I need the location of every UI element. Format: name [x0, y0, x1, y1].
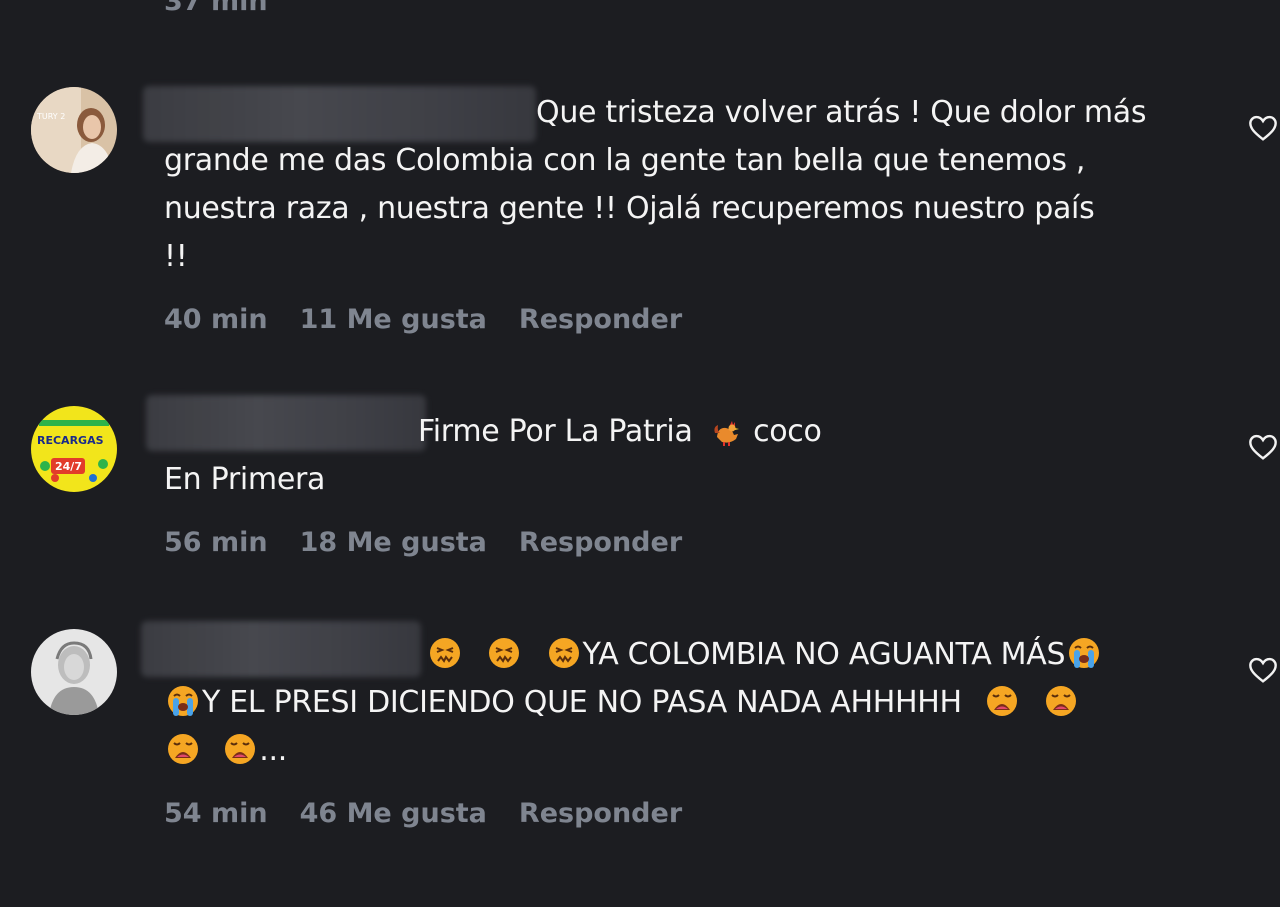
- comment-line: YA COLOMBIA NO AGUANTA MÁS: [582, 637, 1066, 672]
- comment-line: ...: [259, 733, 287, 768]
- comment-meta: 54 min 46 Me gusta Responder: [164, 798, 682, 829]
- avatar[interactable]: [31, 629, 117, 715]
- comment-text: Que tristeza volver atrás ! Que dolor má…: [164, 89, 1214, 281]
- avatar-text: RECARGAS: [37, 434, 104, 447]
- comment-line: Y EL PRESI DICIENDO QUE NO PASA NADA AHH…: [202, 685, 962, 720]
- avatar[interactable]: RECARGAS 24/7: [31, 406, 117, 492]
- comment-time: 40 min: [164, 304, 268, 335]
- comment-line: Firme Por La Patria: [418, 414, 693, 449]
- rooster-emoji: [712, 414, 742, 446]
- weary-face-emoji: [1044, 684, 1078, 718]
- comment-line: coco: [753, 414, 822, 449]
- like-count[interactable]: 46 Me gusta: [300, 798, 487, 829]
- weary-face-emoji: [223, 732, 257, 766]
- weary-face-emoji: [985, 684, 1019, 718]
- comment-line: nuestra raza , nuestra gente !! Ojalá re…: [164, 191, 1095, 226]
- avatar[interactable]: TURY 2: [31, 87, 117, 173]
- comment-line: grande me das Colombia con la gente tan …: [164, 143, 1086, 178]
- reply-button[interactable]: Responder: [519, 798, 682, 829]
- comment-meta: 56 min 18 Me gusta Responder: [164, 527, 682, 558]
- previous-comment-time: 37 min: [164, 0, 268, 17]
- tired-face-emoji: [487, 636, 521, 670]
- comment-meta: 40 min 11 Me gusta Responder: [164, 304, 682, 335]
- heart-outline-icon[interactable]: [1247, 431, 1279, 463]
- like-count[interactable]: 18 Me gusta: [300, 527, 487, 558]
- svg-text:TURY 2: TURY 2: [36, 112, 65, 121]
- tired-face-emoji: [547, 636, 581, 670]
- like-count[interactable]: 11 Me gusta: [300, 304, 487, 335]
- comment-text: YA COLOMBIA NO AGUANTA MÁS Y EL PRESI DI…: [164, 631, 1214, 775]
- reply-button[interactable]: Responder: [519, 304, 682, 335]
- comment-time: 56 min: [164, 527, 268, 558]
- loudly-crying-face-emoji: [166, 684, 200, 718]
- heart-outline-icon[interactable]: [1247, 654, 1279, 686]
- heart-outline-icon[interactable]: [1247, 112, 1279, 144]
- comments-panel: 37 min TURY 2 Que tristeza volver atrás …: [0, 0, 1280, 907]
- reply-button[interactable]: Responder: [519, 527, 682, 558]
- comment-line: !!: [164, 239, 188, 274]
- weary-face-emoji: [166, 732, 200, 766]
- loudly-crying-face-emoji: [1067, 636, 1101, 670]
- comment-line: En Primera: [164, 462, 326, 497]
- comment-line: Que tristeza volver atrás ! Que dolor má…: [536, 95, 1147, 130]
- comment-text: Firme Por La Patria coco En Primera: [164, 408, 1214, 504]
- comment-time: 54 min: [164, 798, 268, 829]
- avatar-badge: 24/7: [55, 460, 82, 473]
- tired-face-emoji: [428, 636, 462, 670]
